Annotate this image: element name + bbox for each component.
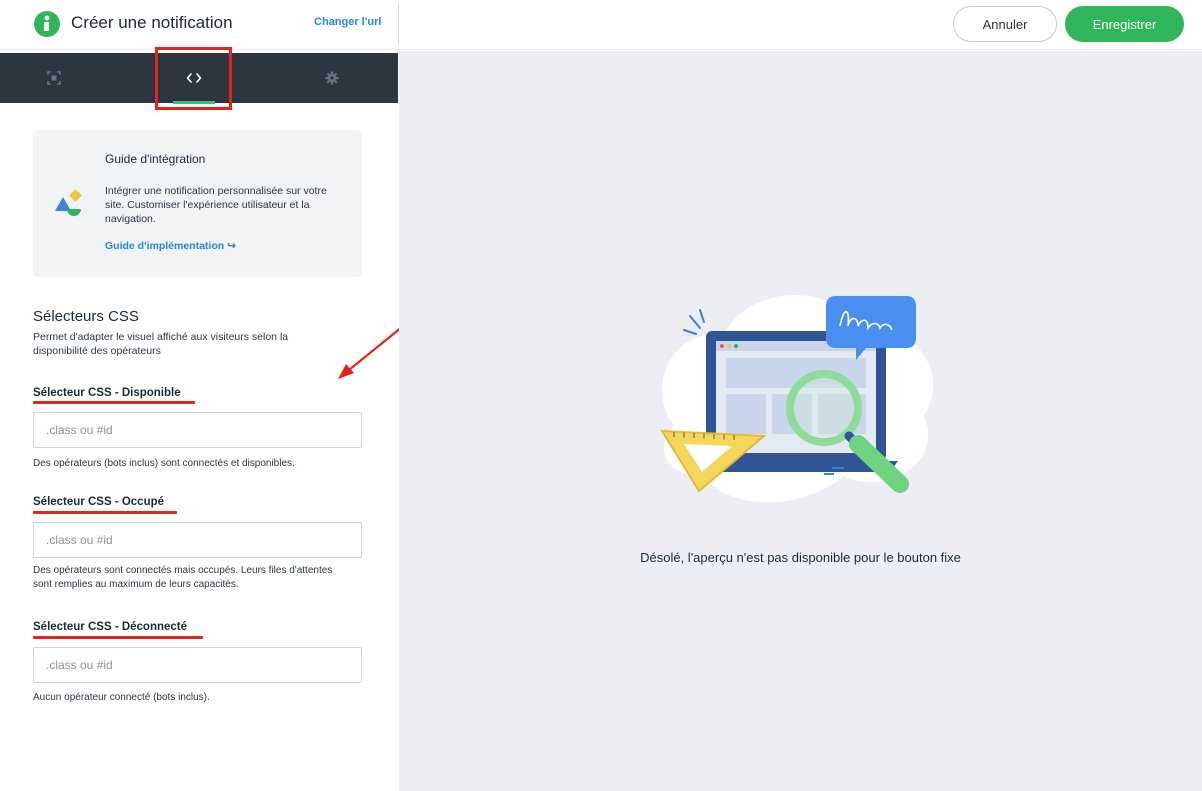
- guide-description: Intégrer une notification personnalisée …: [105, 185, 327, 225]
- annotation-underline: [33, 401, 195, 404]
- selector-available-input[interactable]: [33, 412, 362, 448]
- annotation-highlight-box: [155, 47, 232, 110]
- tab-settings[interactable]: [302, 53, 362, 103]
- css-selectors-description: Permet d'adapter le visuel affiché aux v…: [33, 331, 289, 357]
- tab-screen-capture[interactable]: [24, 53, 84, 103]
- page-title: Créer une notification: [71, 13, 233, 32]
- preview-area: Désolé, l'aperçu n'est pas disponible po…: [399, 51, 1202, 791]
- selector-disconnected-help: Aucun opérateur connecté (bots inclus).: [33, 692, 210, 703]
- cancel-button[interactable]: Annuler: [953, 6, 1057, 42]
- annotation-underline: [33, 636, 203, 639]
- tab-bar: [0, 47, 398, 110]
- selector-disconnected-input[interactable]: [33, 647, 362, 683]
- integration-guide-card: Guide d'intégration Intégrer une notific…: [33, 130, 362, 277]
- settings-panel: Guide d'intégration Intégrer une notific…: [0, 47, 398, 791]
- selector-available-label: Sélecteur CSS - Disponible: [33, 387, 181, 399]
- change-url-link[interactable]: Changer l'url: [314, 16, 381, 28]
- preview-unavailable-message: Désolé, l'aperçu n'est pas disponible po…: [640, 550, 961, 565]
- selector-busy-label: Sélecteur CSS - Occupé: [33, 496, 165, 508]
- selector-disconnected-label: Sélecteur CSS - Déconnecté: [33, 621, 188, 633]
- header-divider: [398, 3, 399, 45]
- selector-busy-help: Des opérateurs sont connectés mais occup…: [33, 565, 333, 590]
- selector-available-help: Des opérateurs (bots inclus) sont connec…: [33, 458, 295, 469]
- css-selectors-title: Sélecteurs CSS: [33, 308, 139, 325]
- save-button[interactable]: Enregistrer: [1065, 6, 1184, 42]
- top-header: Créer une notification Changer l'url Ann…: [0, 0, 1202, 50]
- screen-capture-icon: [47, 71, 61, 85]
- gear-icon: [325, 71, 339, 85]
- implementation-guide-link[interactable]: Guide d'implémentation ↪: [105, 240, 236, 252]
- app-logo-icon: [34, 11, 60, 37]
- guide-title: Guide d'intégration: [105, 152, 206, 166]
- annotation-underline: [33, 511, 177, 514]
- shapes-icon: [55, 189, 82, 216]
- preview-unavailable-illustration-icon: [660, 295, 934, 503]
- selector-busy-input[interactable]: [33, 522, 362, 558]
